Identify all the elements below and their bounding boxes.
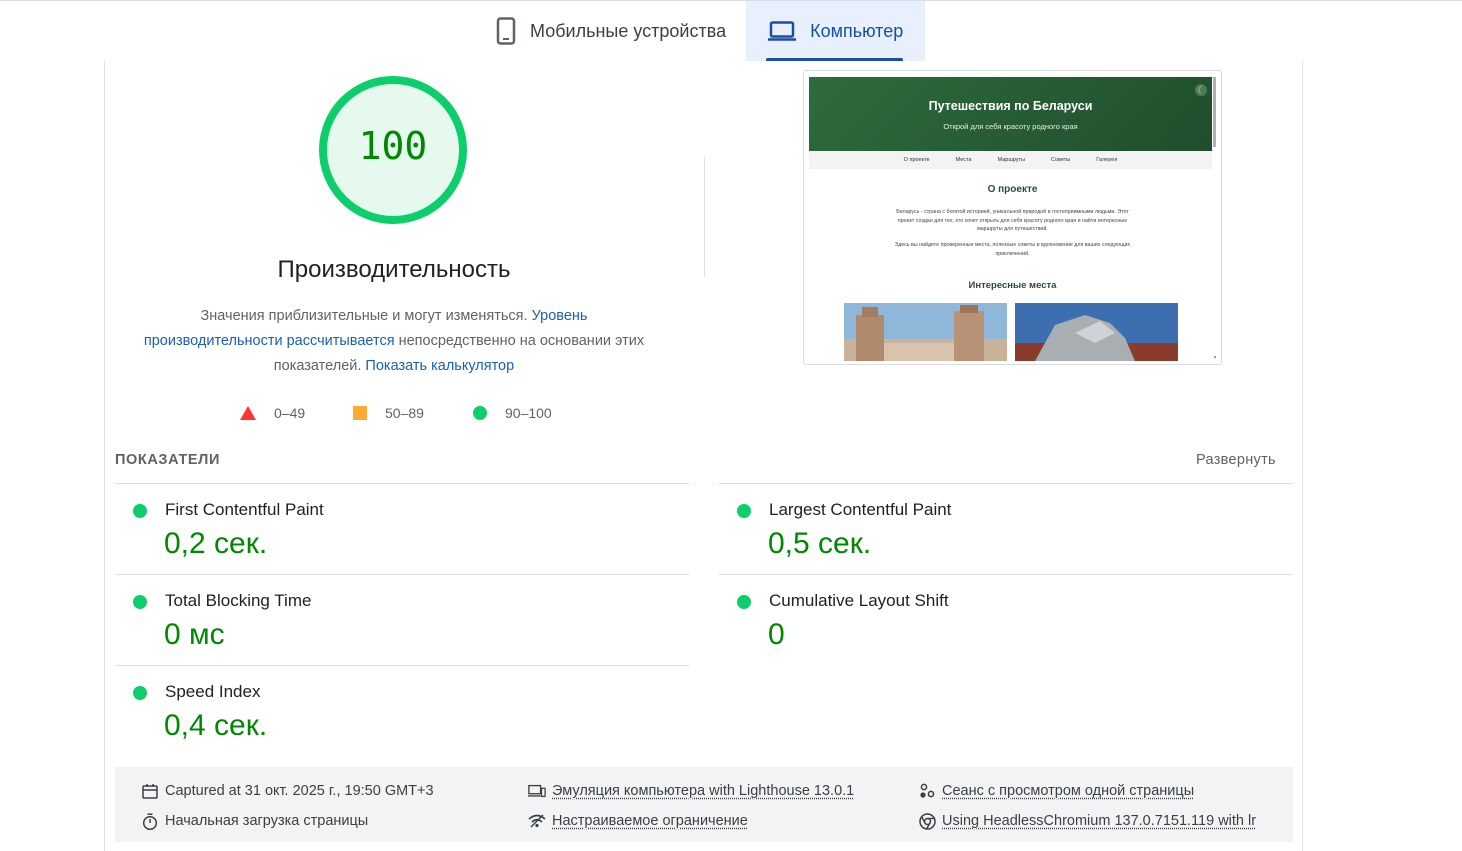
chrome-icon [918,812,936,830]
devices-icon [528,782,546,800]
metric-value: 0,2 сек. [164,527,267,561]
tab-mobile-label: Мобильные устройства [530,21,726,42]
throttling-text: Настраиваемое ограничение [552,813,748,829]
desc-text-1: Значения приблизительные и могут изменят… [201,308,532,324]
category-title: Производительность [104,256,684,284]
triangle-icon [240,406,256,420]
info-session[interactable]: Сеанс с просмотром одной страницы [918,782,1194,800]
load-text: Начальная загрузка страницы [165,813,368,829]
metric-cls: Cumulative Layout Shift 0 [719,576,1279,666]
session-text: Сеанс с просмотром одной страницы [942,783,1194,799]
category-description: Значения приблизительные и могут изменят… [140,304,648,379]
legend-average: 50–89 [353,403,424,423]
preview-scrollbar [1213,77,1216,147]
vertical-divider [704,157,705,277]
pass-status-icon [737,504,751,518]
preview-image-brest-fortress [1015,303,1178,361]
preview-hero-title: Путешествия по Беларуси [809,99,1212,113]
preview-nav-item: О проекте [904,157,930,163]
moon-icon: ☾ [1195,84,1207,96]
preview-nav-item: Галерея [1096,157,1117,163]
runtime-settings: Captured at 31 окт. 2025 г., 19:50 GMT+3… [115,767,1293,842]
metric-value: 0 [768,618,785,652]
metric-lcp: Largest Contentful Paint 0,5 сек. [719,485,1279,575]
emulation-text: Эмуляция компьютера with Lighthouse 13.0… [552,783,854,799]
info-throttling[interactable]: Настраиваемое ограничение [528,812,748,830]
circle-icon [473,406,487,420]
preview-about-title: О проекте [804,184,1221,195]
stopwatch-icon [141,812,159,830]
preview-nav-item: Маршруты [998,157,1025,163]
legend-pass-range: 90–100 [505,405,552,421]
browser-text: Using HeadlessChromium 137.0.7151.119 wi… [942,813,1256,829]
metric-label: Cumulative Layout Shift [769,591,949,611]
preview-nav-item: Советы [1051,157,1070,163]
pass-status-icon [737,595,751,609]
wifi-icon [528,812,546,830]
metric-fcp: First Contentful Paint 0,2 сек. [115,485,675,575]
legend-fail: 0–49 [240,403,305,423]
tab-mobile[interactable]: Мобильные устройства [480,1,746,61]
pass-status-icon [133,504,147,518]
metric-label: Total Blocking Time [165,591,311,611]
pass-status-icon [133,595,147,609]
info-emulation[interactable]: Эмуляция компьютера with Lighthouse 13.0… [528,782,854,800]
metric-label: First Contentful Paint [165,500,324,520]
info-load: Начальная загрузка страницы [141,812,368,830]
session-icon [918,782,936,800]
score-value: 100 [318,124,468,168]
legend-fail-range: 0–49 [274,405,305,421]
page-screenshot-preview[interactable]: Путешествия по Беларуси Открой для себя … [803,70,1222,365]
preview-about-text-2: Здесь вы найдете проверенные места, поле… [889,241,1136,258]
smartphone-icon [496,17,516,45]
metric-speed-index: Speed Index 0,4 сек. [115,667,675,757]
captured-text: Captured at 31 окт. 2025 г., 19:50 GMT+3 [165,783,434,799]
metric-divider [115,483,689,484]
metric-label: Largest Contentful Paint [769,500,951,520]
square-icon [353,406,367,420]
calculator-link[interactable]: Показать калькулятор [365,358,514,374]
preview-image-minsk-gates [844,303,1007,361]
info-captured: Captured at 31 окт. 2025 г., 19:50 GMT+3 [141,782,434,800]
metric-value: 0,4 сек. [164,709,267,743]
preview-scroll-dot [1214,356,1216,358]
tab-desktop-label: Компьютер [810,21,903,42]
legend-pass: 90–100 [473,403,552,423]
preview-nav-item: Места [956,157,972,163]
metric-value: 0 мс [164,618,225,652]
preview-about-text: Беларусь - страна с богатой историей, ун… [889,208,1136,234]
laptop-icon [768,21,796,41]
metric-label: Speed Index [165,682,260,702]
legend-average-range: 50–89 [385,405,424,421]
metric-divider [719,483,1293,484]
tab-desktop[interactable]: Компьютер [746,1,925,61]
metrics-title: ПОКАЗАТЕЛИ [115,452,220,468]
calendar-icon [141,782,159,800]
info-browser[interactable]: Using HeadlessChromium 137.0.7151.119 wi… [918,812,1256,830]
preview-hero: Путешествия по Беларуси Открой для себя … [809,77,1212,151]
device-tabs: Мобильные устройства Компьютер [480,1,925,61]
expand-toggle[interactable]: Развернуть [1196,452,1276,468]
preview-hero-subtitle: Открой для себя красоту родного края [809,122,1212,131]
metric-value: 0,5 сек. [768,527,871,561]
preview-places-title: Интересные места [804,280,1221,291]
preview-nav: О проекте Места Маршруты Советы Галерея [809,151,1212,169]
metric-tbt: Total Blocking Time 0 мс [115,576,675,666]
pass-status-icon [133,686,147,700]
